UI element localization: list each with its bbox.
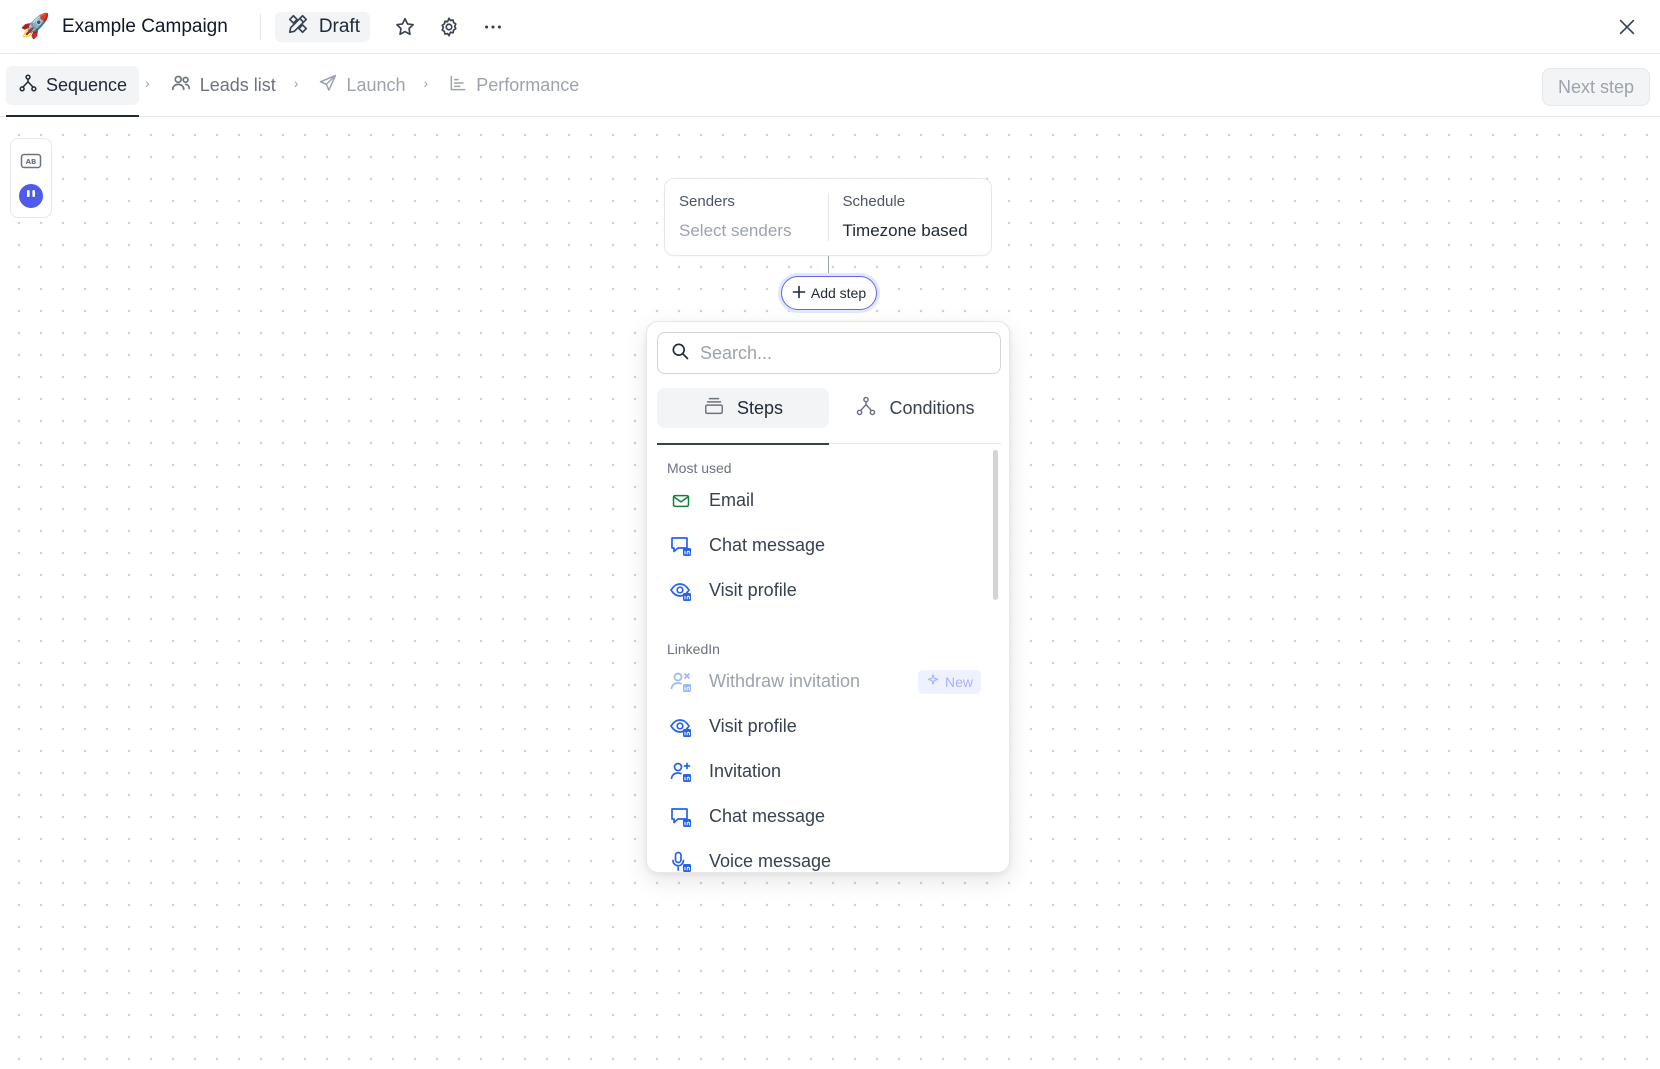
new-badge-label: New [944,673,973,690]
add-step-button[interactable]: Add step [781,276,877,310]
flow-icon [18,73,38,98]
users-icon [170,72,192,99]
svg-text:AB: AB [26,158,37,166]
list-item-visit-profile-linkedin[interactable]: Visit profile [657,704,987,749]
tab-sequence[interactable]: Sequence [6,54,140,117]
rocket-icon: 🚀 [20,13,50,40]
gear-icon[interactable] [432,10,466,44]
search-field[interactable] [657,332,1001,374]
tab-steps-label: Steps [736,397,784,418]
list-item-visit-profile[interactable]: Visit profile [657,568,987,613]
chat-linkedin-icon [669,805,693,829]
list-scrollbar[interactable] [993,450,998,600]
tab-conditions[interactable]: Conditions [829,388,1001,444]
user-x-linkedin-icon [669,670,693,694]
tab-conditions-label: Conditions [889,397,975,418]
tab-label: Launch [346,74,406,95]
tab-label: Performance [476,74,580,95]
senders-section[interactable]: Senders Select senders [665,179,828,255]
list-item-withdraw-invitation[interactable]: Withdraw invitation New [657,659,987,704]
chat-linkedin-icon [669,534,693,558]
eye-linkedin-icon [669,715,693,739]
ab-test-icon[interactable]: AB [16,146,46,176]
search-icon [670,341,690,366]
item-label: Voice message [709,851,832,871]
new-badge: New [917,669,981,694]
add-step-label: Add step [810,285,867,301]
star-icon[interactable] [388,10,422,44]
status-label: Draft [318,15,360,37]
item-label: Chat message [709,806,826,826]
campaign-title[interactable]: Example Campaign [62,16,228,38]
plus-icon [792,285,806,302]
item-label: Email [709,490,755,510]
tab-performance[interactable]: Performance [436,54,591,117]
picker-tabs: Steps Conditions [657,388,1001,445]
sparkle-icon [926,673,940,690]
step-list[interactable]: Most used Email Chat message Visit profi… [657,446,987,873]
node-connector [828,256,829,276]
item-label: Invitation [709,761,782,781]
chevron-right-icon: › [145,75,150,91]
list-item-chat-message[interactable]: Chat message [657,523,987,568]
chart-icon [448,73,468,98]
senders-value[interactable]: Select senders [679,221,814,241]
list-item-email[interactable]: Email [657,478,987,523]
chevron-right-icon: › [293,75,299,91]
header-divider [259,13,261,40]
top-header: 🚀 Example Campaign Draft [0,0,1660,54]
tab-label: Leads list [199,74,276,95]
item-label: Chat message [709,535,826,555]
pencil-ruler-icon [287,13,309,41]
canvas-toolbar: AB [10,138,52,218]
list-item-invitation[interactable]: Invitation [657,749,987,794]
eye-linkedin-icon [669,579,693,603]
schedule-section[interactable]: Schedule Timezone based [827,193,992,241]
mic-linkedin-icon [669,850,693,873]
chevron-right-icon: › [423,75,429,91]
section-linkedin: LinkedIn [667,641,720,657]
more-icon[interactable] [476,10,510,44]
layers-icon [703,395,725,422]
schedule-label: Schedule [842,193,906,210]
search-input[interactable] [700,342,980,364]
close-icon[interactable] [1610,10,1644,44]
start-node[interactable]: Senders Select senders Schedule Timezone… [664,178,992,256]
mail-icon [669,489,693,513]
branch-icon [855,395,877,422]
item-label: Withdraw invitation [709,671,861,691]
list-item-chat-message-linkedin[interactable]: Chat message [657,794,987,839]
workflow-tabs: Sequence › Leads list › Launch › Perform… [0,54,1660,117]
tab-launch[interactable]: Launch [306,54,417,117]
section-most-used: Most used [667,460,732,476]
item-label: Visit profile [709,716,797,736]
schedule-value[interactable]: Timezone based [843,221,978,241]
tab-leads-list[interactable]: Leads list [158,54,288,117]
tab-label: Sequence [46,74,128,95]
item-label: Visit profile [709,580,797,600]
user-plus-linkedin-icon [669,760,693,784]
senders-label: Senders [679,193,735,210]
step-picker-dropdown: Steps Conditions Most used Email Chat me… [646,321,1010,873]
list-item-voice-message[interactable]: Voice message [657,839,987,873]
status-badge[interactable]: Draft [274,11,370,42]
next-step-button[interactable]: Next step [1541,68,1650,106]
tab-steps[interactable]: Steps [657,388,829,445]
send-icon [318,73,338,98]
assistant-avatar-icon[interactable] [16,181,46,211]
